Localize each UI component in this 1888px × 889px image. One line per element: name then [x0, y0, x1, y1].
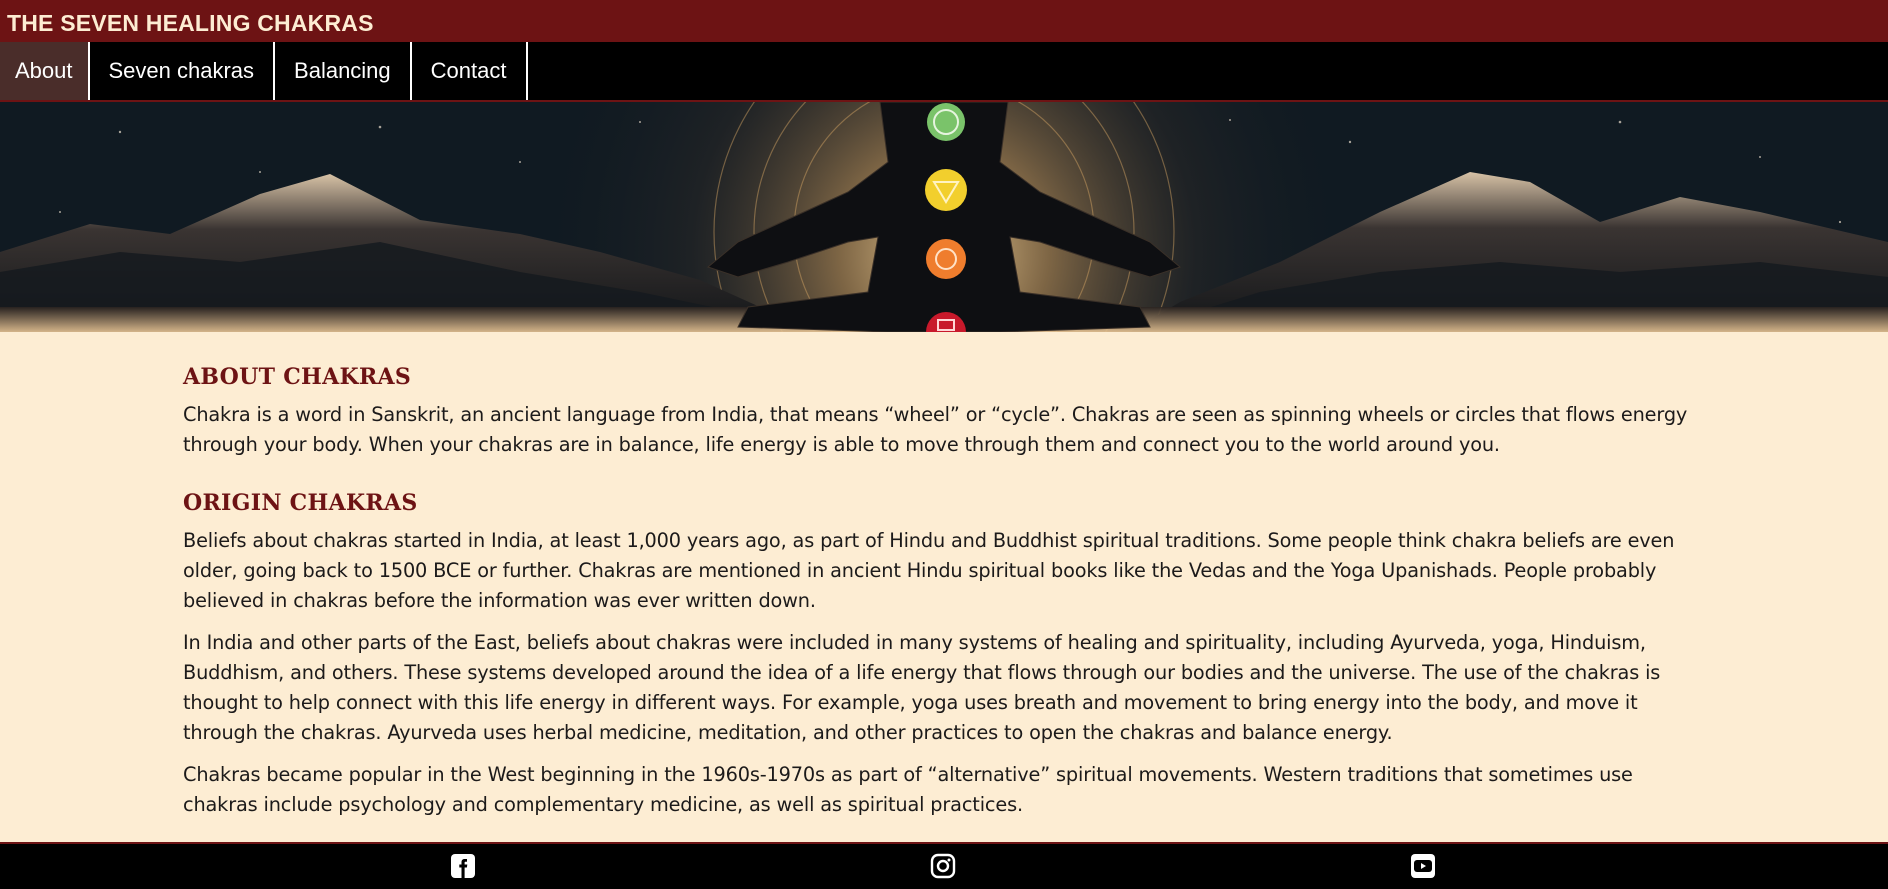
section-heading-about: ABOUT CHAKRAS — [183, 364, 412, 390]
nav-item-balancing[interactable]: Balancing — [275, 42, 412, 100]
origin-section: ORIGIN CHAKRAS Beliefs about chakras sta… — [183, 490, 1713, 820]
youtube-icon[interactable] — [1410, 853, 1436, 879]
hero-banner — [0, 102, 1888, 332]
origin-paragraph-3: Chakras became popular in the West begin… — [183, 763, 1633, 816]
main-content: ABOUT CHAKRAS Chakra is a word in Sanskr… — [183, 332, 1713, 832]
site-footer — [0, 842, 1888, 889]
nav-item-seven-chakras[interactable]: Seven chakras — [90, 42, 276, 100]
nav-item-contact[interactable]: Contact — [412, 42, 528, 100]
nav-item-about[interactable]: About — [0, 42, 90, 100]
instagram-icon[interactable] — [930, 853, 956, 879]
origin-paragraph-2: In India and other parts of the East, be… — [183, 631, 1661, 744]
about-paragraph: Chakra is a word in Sanskrit, an ancient… — [183, 403, 1688, 456]
facebook-icon[interactable] — [450, 853, 476, 879]
site-title: THE SEVEN HEALING CHAKRAS — [7, 10, 374, 36]
hero-image — [0, 102, 1888, 332]
main-nav: About Seven chakras Balancing Contact — [0, 42, 1888, 102]
about-section: ABOUT CHAKRAS Chakra is a word in Sanskr… — [183, 364, 1713, 460]
site-header: THE SEVEN HEALING CHAKRAS — [0, 0, 1888, 42]
section-heading-origin: ORIGIN CHAKRAS — [183, 490, 418, 516]
origin-paragraph-1: Beliefs about chakras started in India, … — [183, 529, 1675, 612]
